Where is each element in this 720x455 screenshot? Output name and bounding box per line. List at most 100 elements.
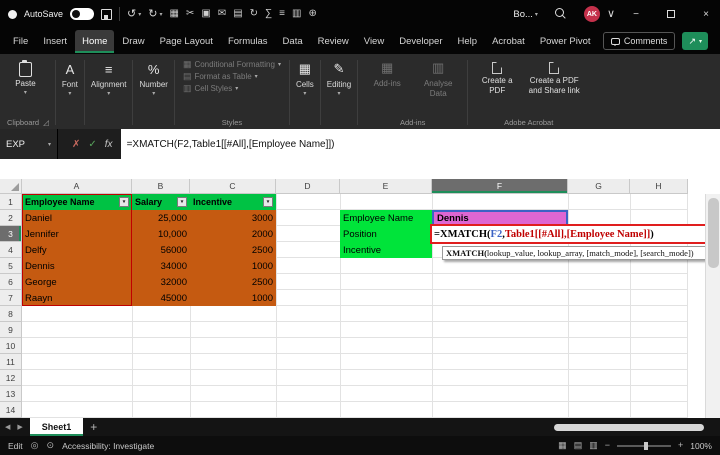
row-header-2[interactable]: 2: [0, 210, 22, 226]
conditional-formatting-button[interactable]: ▦ Conditional Formatting ▾: [183, 60, 281, 70]
horizontal-scrollbar-thumb[interactable]: [554, 423, 704, 431]
column-header-d[interactable]: D: [276, 179, 340, 194]
row-header-3[interactable]: 3: [0, 226, 22, 242]
row-header-4[interactable]: 4: [0, 242, 22, 258]
table-icon[interactable]: ▦: [170, 9, 179, 19]
row-header-5[interactable]: 5: [0, 258, 22, 274]
cell-e4[interactable]: Incentive: [340, 242, 432, 258]
workbook-title[interactable]: Bo...: [513, 9, 533, 20]
undo-dropdown-icon[interactable]: ▾: [138, 11, 141, 18]
tab-formulas[interactable]: Formulas: [221, 30, 275, 53]
avatar[interactable]: AK: [583, 6, 600, 22]
redo-icon[interactable]: ↻: [148, 8, 157, 20]
tab-page-layout[interactable]: Page Layout: [153, 30, 220, 53]
print-icon[interactable]: ▤: [233, 9, 242, 19]
zoom-slider-thumb[interactable]: [643, 441, 648, 450]
row-header-11[interactable]: 11: [0, 354, 22, 370]
cell-b2[interactable]: 25,000: [132, 210, 190, 226]
cell-c3[interactable]: 2000: [190, 226, 276, 242]
cell-c4[interactable]: 2500: [190, 242, 276, 258]
cell-a5[interactable]: Dennis: [22, 258, 132, 274]
filter-dropdown-icon[interactable]: ▾: [263, 197, 273, 207]
close-button[interactable]: ×: [692, 0, 720, 28]
copy-icon[interactable]: ▣: [201, 9, 210, 19]
cell-a1[interactable]: Employee Name ▾: [22, 194, 132, 210]
column-header-g[interactable]: G: [568, 179, 630, 194]
column-header-c[interactable]: C: [190, 179, 276, 194]
formula-input[interactable]: =XMATCH(F2,Table1[[#All],[Employee Name]…: [120, 129, 720, 159]
share-button[interactable]: ↗ ▾: [682, 32, 708, 50]
redo-dropdown-icon[interactable]: ▾: [159, 11, 162, 18]
addins-button[interactable]: ▦ Add-ins: [364, 57, 410, 91]
enter-icon[interactable]: ✓: [88, 139, 96, 150]
editing-group-button[interactable]: ✎ Editing ▾: [322, 56, 356, 129]
zoom-slider[interactable]: [616, 441, 671, 450]
normal-view-icon[interactable]: ▦: [558, 441, 567, 450]
column-header-a[interactable]: A: [22, 179, 132, 194]
email-icon[interactable]: ✉: [218, 9, 226, 19]
name-box-dropdown-icon[interactable]: ▾: [48, 141, 51, 148]
undo-icon[interactable]: ↺: [127, 8, 136, 20]
vertical-scrollbar-thumb[interactable]: [708, 198, 719, 268]
select-all-button[interactable]: [0, 179, 22, 194]
cancel-icon[interactable]: ✗: [72, 139, 80, 150]
cell-c2[interactable]: 3000: [190, 210, 276, 226]
tab-power-pivot[interactable]: Power Pivot: [533, 30, 598, 53]
row-header-10[interactable]: 10: [0, 338, 22, 354]
tab-file[interactable]: File: [6, 30, 35, 53]
cell-b3[interactable]: 10,000: [132, 226, 190, 242]
column-header-e[interactable]: E: [340, 179, 432, 194]
tab-home[interactable]: Home: [75, 29, 115, 53]
cell-c6[interactable]: 2500: [190, 274, 276, 290]
cells-group-button[interactable]: ▦ Cells ▾: [291, 56, 319, 129]
tab-draw[interactable]: Draw: [115, 30, 151, 53]
row-header-9[interactable]: 9: [0, 322, 22, 338]
font-group-button[interactable]: A Font ▾: [57, 56, 83, 129]
tab-acrobat[interactable]: Acrobat: [485, 30, 532, 53]
dialog-launcher-icon[interactable]: ◿: [43, 118, 49, 127]
analyse-data-button[interactable]: ▥ Analyse Data: [415, 57, 461, 100]
cell-a4[interactable]: Delfy: [22, 242, 132, 258]
cell-c5[interactable]: 1000: [190, 258, 276, 274]
sort-icon[interactable]: ≡: [279, 9, 285, 19]
zoom-in-icon[interactable]: +: [678, 441, 683, 450]
name-box[interactable]: EXP ▾: [0, 129, 58, 159]
cell-b5[interactable]: 34000: [132, 258, 190, 274]
cell-b4[interactable]: 56000: [132, 242, 190, 258]
search-icon[interactable]: [554, 8, 567, 20]
cell-a6[interactable]: George: [22, 274, 132, 290]
column-header-h[interactable]: H: [630, 179, 688, 194]
cell-e2[interactable]: Employee Name: [340, 210, 432, 226]
minimize-button[interactable]: −: [622, 0, 650, 28]
cut-icon[interactable]: ✂: [186, 9, 194, 19]
format-as-table-button[interactable]: ▤ Format as Table ▾: [183, 72, 281, 82]
cell-a3[interactable]: Jennifer: [22, 226, 132, 242]
refresh-icon[interactable]: ↻: [250, 9, 258, 19]
row-header-12[interactable]: 12: [0, 370, 22, 386]
add-icon[interactable]: ⊕: [308, 9, 316, 19]
cell-a2[interactable]: Daniel: [22, 210, 132, 226]
cell-b6[interactable]: 32000: [132, 274, 190, 290]
row-header-6[interactable]: 6: [0, 274, 22, 290]
cell-b7[interactable]: 45000: [132, 290, 190, 306]
tab-data[interactable]: Data: [276, 30, 310, 53]
tab-insert[interactable]: Insert: [36, 30, 74, 53]
page-break-view-icon[interactable]: ▥: [589, 441, 598, 450]
vertical-scrollbar[interactable]: [705, 194, 720, 418]
paste-button[interactable]: Paste ▾: [12, 57, 38, 98]
zoom-level[interactable]: 100%: [690, 441, 712, 451]
previous-sheet-icon[interactable]: ◀: [5, 423, 10, 431]
cell-b1[interactable]: Salary ▾: [132, 194, 190, 210]
paste-dropdown-icon[interactable]: ▾: [24, 90, 27, 96]
zoom-out-icon[interactable]: −: [605, 441, 610, 450]
accessibility-status[interactable]: Accessibility: Investigate: [62, 441, 154, 451]
autosave-toggle[interactable]: [70, 8, 95, 20]
comments-button[interactable]: Comments: [602, 32, 676, 50]
column-header-f[interactable]: F: [432, 179, 568, 194]
tab-developer[interactable]: Developer: [392, 30, 449, 53]
macro-record-icon[interactable]: ◎: [31, 441, 39, 450]
row-header-7[interactable]: 7: [0, 290, 22, 306]
create-pdf-share-button[interactable]: Create a PDF and Share link: [525, 57, 583, 97]
tab-view[interactable]: View: [357, 30, 391, 53]
cell-c1[interactable]: Incentive ▾: [190, 194, 276, 210]
